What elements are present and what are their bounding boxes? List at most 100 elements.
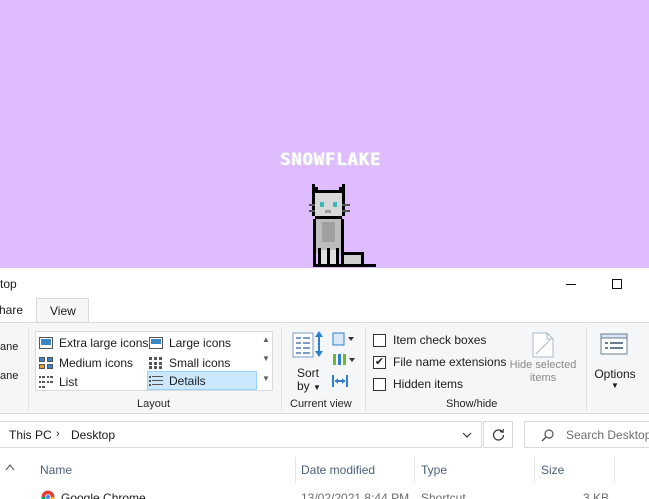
breadcrumb-this-pc[interactable]: This PC (9, 428, 52, 442)
file-type: Shortcut (421, 491, 466, 499)
chevron-up-icon[interactable] (5, 463, 15, 471)
search-input[interactable]: Search Desktop (524, 421, 649, 448)
chevron-down-icon: ▼ (313, 383, 321, 392)
layout-item-label: Large icons (169, 335, 232, 350)
chevron-down-icon[interactable] (462, 432, 472, 439)
column-divider[interactable] (295, 457, 296, 483)
minimize-button[interactable] (548, 268, 594, 300)
group-label-current-view: Current view (290, 398, 352, 410)
layout-item-label: Details (169, 373, 206, 388)
column-headers: Name Date modified Type Size (0, 455, 649, 485)
checkbox-label: Item check boxes (393, 333, 487, 347)
group-separator (281, 327, 282, 411)
wallpaper-title: SNOWFLAKE (280, 150, 382, 170)
column-header-type[interactable]: Type (421, 463, 447, 477)
tab-view[interactable]: View (36, 298, 89, 324)
address-bar[interactable]: This PC › Desktop (0, 421, 482, 448)
group-separator (586, 327, 587, 411)
layout-item-label: Small icons (169, 355, 231, 370)
layout-extra-large-icons[interactable]: Extra large icons (39, 333, 148, 352)
gallery-more-icon: ▼ (262, 374, 270, 383)
breadcrumb-desktop[interactable]: Desktop (71, 428, 115, 442)
sort-by-dropdown[interactable]: by ▼ (297, 379, 321, 393)
sort-by-icon (292, 331, 323, 358)
hide-selected-label: Hide selected (509, 359, 577, 371)
checkbox-checked[interactable]: ✔ (373, 355, 386, 369)
group-separator (28, 327, 29, 411)
group-label-layout: Layout (137, 398, 171, 410)
file-size: 3 KB (583, 491, 610, 499)
layout-large-icons[interactable]: Large icons (149, 333, 231, 352)
layout-details[interactable]: Details (147, 371, 257, 390)
ribbon-tabs: hare View (0, 298, 649, 324)
column-divider[interactable] (414, 457, 415, 483)
add-columns-icon[interactable] (332, 352, 356, 368)
minimize-icon (566, 284, 576, 285)
group-label-show-hide: Show/hide (446, 398, 498, 410)
maximize-button[interactable] (594, 268, 640, 300)
details-icon (149, 375, 163, 386)
sort-by-label: by (297, 379, 310, 393)
file-date: 13/02/2021 8:44 PM (301, 491, 410, 499)
hide-selected-icon (532, 332, 554, 358)
layout-list[interactable]: List (39, 372, 78, 391)
search-placeholder: Search Desktop (566, 428, 649, 442)
options-button[interactable]: Options ▼ (590, 367, 640, 390)
large-icons-icon (149, 336, 163, 349)
file-name-extensions-toggle[interactable]: ✔ File name extensions (373, 355, 506, 369)
chevron-down-icon: ▼ (611, 381, 619, 390)
layout-item-label: List (59, 374, 78, 389)
layout-gallery: Extra large icons Large icons Medium ico… (35, 331, 273, 391)
column-header-size[interactable]: Size (541, 463, 564, 477)
options-label: Options (594, 367, 636, 381)
options-icon (600, 333, 628, 355)
size-columns-icon[interactable] (332, 373, 348, 389)
tab-share[interactable]: hare (0, 298, 23, 323)
checkbox-unchecked[interactable] (373, 377, 386, 391)
checkbox-label: Hidden items (393, 377, 464, 391)
sort-label: Sort (297, 366, 320, 380)
search-icon (541, 429, 554, 442)
hidden-items-toggle[interactable]: Hidden items (373, 377, 463, 391)
window-title: top (0, 277, 17, 291)
desktop-wallpaper: SNOWFLAKE (0, 0, 649, 268)
column-divider[interactable] (614, 457, 615, 483)
gallery-scroll[interactable]: ▲ ▼ ▼ (259, 332, 273, 390)
refresh-icon (492, 428, 504, 441)
pixel-cat-image (309, 184, 376, 267)
list-icon (39, 375, 53, 388)
title-bar: top (0, 268, 649, 300)
column-header-name[interactable]: Name (40, 463, 72, 477)
item-check-boxes-toggle[interactable]: Item check boxes (373, 333, 486, 347)
medium-icons-icon (39, 356, 53, 369)
details-pane-button[interactable]: ane (0, 370, 18, 382)
chevron-down-icon: ▼ (262, 354, 270, 363)
group-by-icon[interactable] (332, 332, 356, 348)
layout-small-icons[interactable]: Small icons (149, 353, 230, 372)
group-separator (365, 327, 366, 411)
layout-item-label: Medium icons (59, 355, 134, 370)
checkbox-unchecked[interactable] (373, 333, 386, 347)
layout-medium-icons[interactable]: Medium icons (39, 353, 133, 372)
checkmark-icon: ✔ (374, 355, 385, 368)
layout-item-label: Extra large icons (59, 335, 149, 350)
ribbon-view: ane ane Extra large icons Large icons Me… (0, 322, 649, 414)
file-explorer-window: top hare View ane ane Extra large icons … (0, 268, 649, 499)
hide-selected-label-2: items (529, 372, 557, 384)
refresh-button[interactable] (483, 421, 513, 448)
hide-selected-items-button[interactable]: Hide selected items (505, 359, 581, 385)
column-header-date-modified[interactable]: Date modified (301, 463, 375, 477)
small-icons-icon (149, 356, 162, 369)
sort-by-button[interactable]: Sort (297, 366, 319, 380)
maximize-icon (612, 279, 622, 289)
table-row[interactable]: Google Chrome 13/02/2021 8:44 PM Shortcu… (0, 485, 649, 499)
checkbox-label: File name extensions (393, 355, 507, 369)
chrome-icon (41, 490, 55, 499)
address-bar-row: This PC › Desktop Search Desktop (0, 415, 649, 455)
navigation-pane-button[interactable]: ane (0, 341, 18, 353)
extra-large-icons-icon (39, 336, 53, 349)
chevron-right-icon[interactable]: › (56, 428, 60, 440)
file-name: Google Chrome (61, 491, 146, 499)
chevron-up-icon: ▲ (262, 335, 270, 344)
column-divider[interactable] (534, 457, 535, 483)
